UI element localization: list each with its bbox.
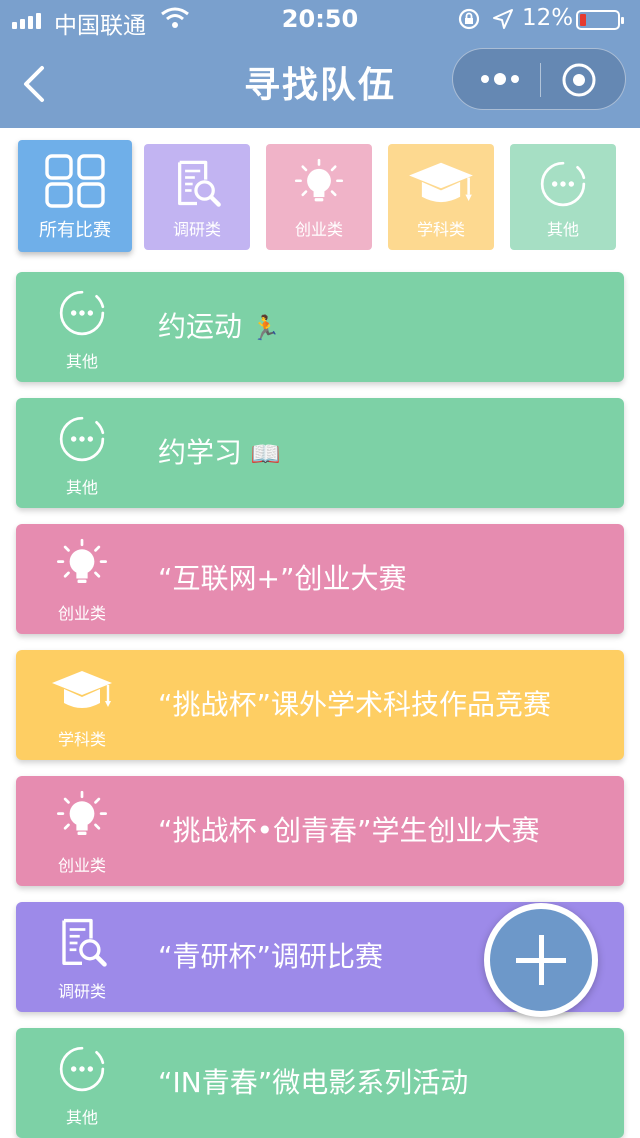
tab-all-competitions[interactable]: 所有比赛 bbox=[18, 140, 132, 252]
more-circle-icon bbox=[57, 1044, 107, 1094]
tab-other[interactable]: 其他 bbox=[510, 144, 616, 250]
tab-label: 学科类 bbox=[416, 220, 465, 239]
tab-label: 所有比赛 bbox=[39, 220, 111, 241]
card-title: “挑战杯•创青春”学生创业大赛 bbox=[158, 814, 540, 847]
category-label: 其他 bbox=[65, 478, 98, 497]
lightbulb-icon bbox=[55, 790, 109, 844]
tab-label: 调研类 bbox=[172, 220, 221, 239]
card-title: “IN青春”微电影系列活动 bbox=[158, 1066, 469, 1099]
card-title: 约运动 🏃 bbox=[158, 310, 281, 343]
graduation-cap-icon bbox=[407, 158, 475, 210]
grid-icon bbox=[43, 152, 107, 208]
list-item-internet-plus[interactable]: 创业类 “互联网+”创业大赛 bbox=[16, 524, 624, 634]
more-options-icon[interactable] bbox=[475, 69, 525, 89]
document-search-icon bbox=[171, 158, 223, 210]
card-title: 约学习 📖 bbox=[158, 436, 281, 469]
category-label: 调研类 bbox=[57, 982, 106, 1001]
card-title: “互联网+”创业大赛 bbox=[158, 562, 407, 595]
lightbulb-icon bbox=[55, 538, 109, 592]
battery-percent: 12% bbox=[522, 5, 574, 31]
tab-academic[interactable]: 学科类 bbox=[388, 144, 494, 250]
runner-icon: 🏃 bbox=[250, 314, 281, 342]
battery-icon bbox=[576, 10, 624, 30]
location-arrow-icon bbox=[493, 9, 513, 29]
category-label: 创业类 bbox=[57, 604, 106, 623]
tab-research[interactable]: 调研类 bbox=[144, 144, 250, 250]
lightbulb-icon bbox=[293, 158, 345, 210]
card-title: “青研杯”调研比赛 bbox=[158, 940, 384, 973]
list-item-in-youth[interactable]: 其他 “IN青春”微电影系列活动 bbox=[16, 1028, 624, 1138]
list-item-challenge-cup[interactable]: 学科类 “挑战杯”课外学术科技作品竞赛 bbox=[16, 650, 624, 760]
category-label: 学科类 bbox=[57, 730, 106, 749]
list-item-study[interactable]: 其他 约学习 📖 bbox=[16, 398, 624, 508]
category-label: 其他 bbox=[65, 352, 98, 371]
book-icon: 📖 bbox=[250, 440, 281, 468]
graduation-cap-icon bbox=[50, 665, 114, 717]
tab-startup[interactable]: 创业类 bbox=[266, 144, 372, 250]
more-circle-icon bbox=[57, 288, 107, 338]
capsule-divider bbox=[540, 63, 541, 97]
close-mini-program-icon[interactable] bbox=[561, 62, 597, 98]
category-label: 创业类 bbox=[57, 856, 106, 875]
rotation-lock-icon bbox=[458, 8, 480, 30]
more-circle-icon bbox=[538, 159, 588, 209]
category-label: 其他 bbox=[65, 1108, 98, 1127]
more-circle-icon bbox=[57, 414, 107, 464]
tab-label: 创业类 bbox=[294, 220, 343, 239]
mini-program-capsule bbox=[452, 48, 626, 110]
tab-label: 其他 bbox=[546, 220, 579, 239]
nav-bar: 中国联通 20:50 12% 寻找队伍 bbox=[0, 0, 640, 128]
document-search-icon bbox=[55, 916, 109, 970]
add-team-button[interactable] bbox=[484, 903, 598, 1017]
card-title: “挑战杯”课外学术科技作品竞赛 bbox=[158, 688, 552, 721]
list-item-challenge-cup-startup[interactable]: 创业类 “挑战杯•创青春”学生创业大赛 bbox=[16, 776, 624, 886]
status-bar: 中国联通 20:50 12% bbox=[0, 0, 640, 40]
list-item-sports[interactable]: 其他 约运动 🏃 bbox=[16, 272, 624, 382]
